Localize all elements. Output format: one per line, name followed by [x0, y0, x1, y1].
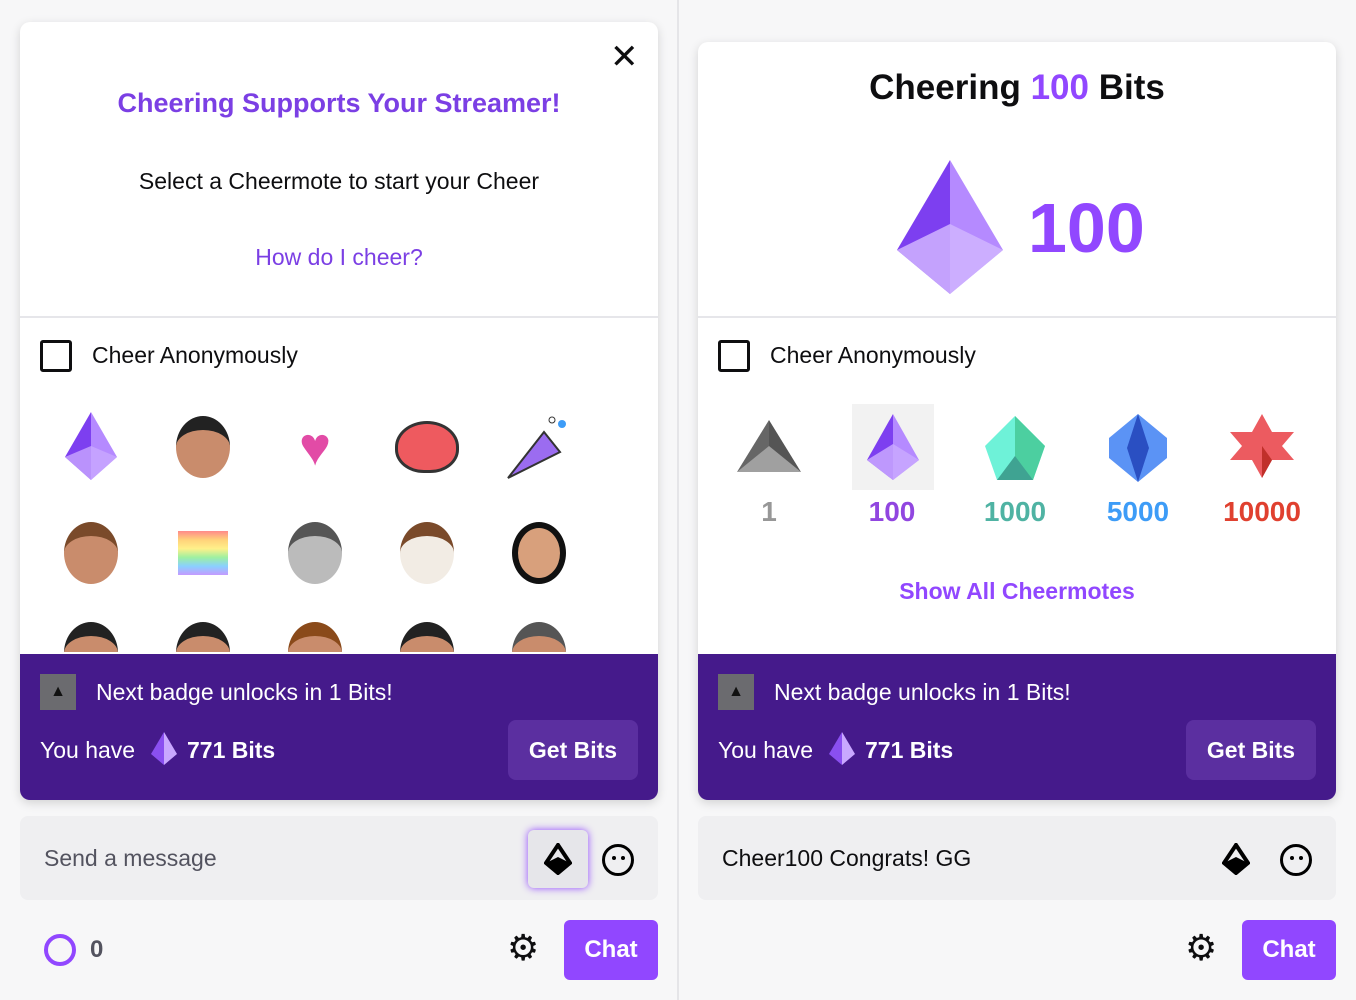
title-suffix: Bits: [1088, 68, 1165, 107]
badge-icon: ▲: [40, 674, 76, 710]
bits-gem-icon: [829, 732, 855, 765]
chat-button[interactable]: Chat: [1242, 920, 1336, 980]
cheermote-party-popper[interactable]: [504, 412, 574, 482]
channel-points-count: 0: [90, 936, 104, 963]
cheer-anonymously-label: Cheer Anonymously: [92, 342, 298, 368]
chat-input[interactable]: Send a message: [20, 816, 658, 900]
cheermote-face[interactable]: [56, 618, 126, 652]
gray-triangle-icon: [737, 420, 801, 472]
bits-button[interactable]: [528, 830, 588, 888]
you-have-label: You have: [40, 737, 136, 763]
tier-label: 1000: [983, 496, 1047, 527]
blue-gem-icon: [1109, 414, 1167, 482]
red-star-icon: [1230, 414, 1294, 478]
tier-5000[interactable]: 5000: [1078, 402, 1198, 532]
divider: [698, 316, 1336, 318]
bits-balance: 771 Bits: [865, 737, 954, 763]
cheermote-face[interactable]: [168, 618, 238, 652]
bits-banner: ▲ Next badge unlocks in 1 Bits! You have…: [698, 654, 1336, 800]
cheermote-bearded[interactable]: [56, 518, 126, 588]
show-all-cheermotes-link[interactable]: Show All Cheermotes: [698, 578, 1336, 605]
next-badge-text: Next badge unlocks in 1 Bits!: [774, 679, 1071, 705]
tier-1[interactable]: 1: [709, 402, 829, 532]
cheermote-grid: ♥: [56, 412, 616, 652]
cheermote-woman[interactable]: [504, 518, 574, 588]
cheermote-heart[interactable]: [392, 412, 462, 482]
tier-label: 100: [868, 496, 916, 527]
settings-icon[interactable]: ⚙: [507, 930, 539, 966]
next-badge-text: Next badge unlocks in 1 Bits!: [96, 679, 393, 705]
how-to-cheer-link[interactable]: How do I cheer?: [20, 244, 658, 271]
cheer-title: Cheering Supports Your Streamer!: [117, 88, 561, 118]
cheermote-face[interactable]: [392, 618, 462, 652]
emote-picker-icon[interactable]: [602, 844, 634, 876]
you-have-label: You have: [718, 737, 814, 763]
cheer-anonymously-checkbox[interactable]: [40, 340, 72, 372]
cheermote-face[interactable]: [280, 618, 350, 652]
cheer-amount-card: Cheering 100 Bits 100 Cheer Anonymously …: [698, 42, 1336, 800]
cheermote-cheer[interactable]: [56, 412, 126, 482]
tier-100[interactable]: 100: [832, 402, 952, 532]
bits-banner: ▲ Next badge unlocks in 1 Bits! You have…: [20, 654, 658, 800]
chat-button[interactable]: Chat: [564, 920, 658, 980]
cheer-intro-card: ✕ Cheering Supports Your Streamer! Selec…: [20, 22, 658, 800]
tier-label: 10000: [1223, 496, 1301, 527]
title-amount: 100: [1030, 68, 1089, 107]
badge-icon: ▲: [718, 674, 754, 710]
cheermote-face[interactable]: [504, 618, 574, 652]
title-prefix: Cheering: [869, 68, 1031, 107]
cheer-anonymously-checkbox[interactable]: [718, 340, 750, 372]
cheering-title: Cheering 100 Bits: [698, 68, 1336, 108]
chat-input-placeholder: Send a message: [44, 845, 217, 871]
big-cheer-amount: 100: [1028, 189, 1145, 267]
channel-points-icon[interactable]: [44, 934, 76, 966]
cheermote-gray-face[interactable]: [280, 518, 350, 588]
cheer-subtitle: Select a Cheermote to start your Cheer: [138, 168, 540, 194]
bits-icon: [544, 843, 572, 875]
settings-icon[interactable]: ⚙: [1185, 930, 1217, 966]
cheermote-unicorn-heart[interactable]: ♥: [280, 412, 350, 482]
close-icon[interactable]: ✕: [610, 40, 639, 74]
tier-label: 1: [761, 496, 777, 527]
big-cheer-gem-icon: [897, 160, 1003, 294]
tier-1000[interactable]: 1000: [955, 402, 1075, 532]
panel-divider: [677, 0, 679, 1000]
bits-gem-icon: [151, 732, 177, 765]
get-bits-button[interactable]: Get Bits: [1186, 720, 1316, 780]
chat-input-value: Cheer100 Congrats! GG: [722, 845, 972, 871]
cheermote-streamer[interactable]: [168, 412, 238, 482]
purple-gem-icon: [867, 414, 919, 480]
get-bits-button[interactable]: Get Bits: [508, 720, 638, 780]
tier-label: 5000: [1106, 496, 1170, 527]
cheermote-dog[interactable]: [392, 518, 462, 588]
chat-input[interactable]: Cheer100 Congrats! GG: [698, 816, 1336, 900]
cheermote-pride-flag[interactable]: [168, 518, 238, 588]
tier-10000[interactable]: 10000: [1202, 402, 1322, 532]
green-gem-icon: [985, 416, 1045, 480]
emote-picker-icon[interactable]: [1280, 844, 1312, 876]
cheer-anonymously-label: Cheer Anonymously: [770, 342, 976, 368]
bits-balance: 771 Bits: [187, 737, 276, 763]
divider: [20, 316, 658, 318]
bits-icon[interactable]: [1222, 843, 1250, 875]
